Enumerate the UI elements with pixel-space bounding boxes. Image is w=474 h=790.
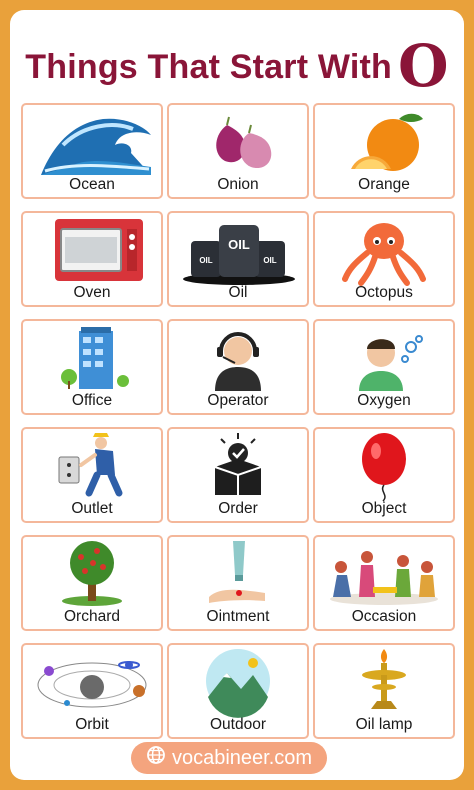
oil-barrel-text-left: OIL [199, 256, 212, 265]
tile-label: Order [218, 500, 258, 517]
footer-website-badge[interactable]: vocabineer.com [131, 742, 327, 774]
tile-label: Oven [73, 284, 111, 301]
ocean-wave-icon [41, 118, 151, 175]
tile-ointment: Ointment [167, 535, 309, 631]
tile-label: Oil lamp [355, 716, 413, 733]
onion-icon [216, 116, 272, 169]
tile-label: Orbit [75, 716, 109, 733]
orange-fruit-icon [351, 113, 423, 171]
tile-label: Orchard [64, 608, 120, 625]
oil-barrel-text: OIL [228, 237, 250, 252]
tile-orchard: Orchard [21, 535, 163, 631]
outlet-worker-icon [58, 433, 123, 497]
balloon-icon [362, 433, 406, 502]
tile-outdoor: Outdoor [167, 643, 309, 739]
operator-headset-icon [215, 332, 261, 391]
order-box-icon [214, 433, 262, 495]
tile-label: Octopus [355, 284, 413, 301]
footer-text: vocabineer.com [171, 746, 313, 769]
tile-oil: OIL OIL OIL Oil [167, 211, 309, 307]
tile-label: Outdoor [209, 716, 266, 733]
octopus-icon [342, 223, 426, 286]
oil-barrel-text-right: OIL [263, 256, 276, 265]
tile-label: Object [361, 500, 407, 517]
tile-label: Occasion [351, 608, 417, 625]
orbit-planets-icon [37, 661, 147, 708]
orchard-tree-icon [62, 541, 122, 606]
tile-office: Office [21, 319, 163, 415]
tile-ocean: Ocean [21, 103, 163, 199]
tile-oven: Oven [21, 211, 163, 307]
outdoor-landscape-icon [206, 649, 270, 718]
tile-orbit: Orbit [21, 643, 163, 739]
oil-lamp-icon [362, 649, 406, 709]
oxygen-icon [359, 335, 423, 391]
tile-label: Oil [228, 284, 248, 301]
tile-occasion: Occasion [313, 535, 455, 631]
occasion-people-icon [330, 551, 438, 605]
tile-outlet: Outlet [21, 427, 163, 523]
page-title: Things That Start With O [10, 32, 464, 100]
title-text: Things That Start With [25, 48, 392, 86]
tile-order: Order [167, 427, 309, 523]
tile-label: Outlet [71, 500, 113, 517]
tile-oxygen: Oxygen [313, 319, 455, 415]
tile-label: Ointment [206, 608, 270, 625]
oven-icon [55, 219, 143, 281]
tile-orange: Orange [313, 103, 455, 199]
tile-label: Operator [207, 392, 269, 409]
title-letter: O [398, 32, 449, 100]
tile-octopus: Octopus [313, 211, 455, 307]
poster-card: Things That Start With O Ocean Onion Oran… [10, 10, 464, 780]
ointment-tube-icon [209, 541, 265, 603]
tile-label: Oxygen [357, 392, 411, 409]
tile-label: Ocean [69, 176, 115, 193]
tile-oil-lamp: Oil lamp [313, 643, 455, 739]
tile-label: Office [71, 392, 113, 409]
office-building-icon [61, 327, 129, 389]
tile-object: Object [313, 427, 455, 523]
globe-icon [146, 745, 166, 771]
oil-barrels-icon: OIL OIL OIL [183, 225, 295, 285]
tile-label: Orange [358, 176, 410, 193]
tile-label: Onion [217, 176, 259, 193]
tile-operator: Operator [167, 319, 309, 415]
tile-onion: Onion [167, 103, 309, 199]
